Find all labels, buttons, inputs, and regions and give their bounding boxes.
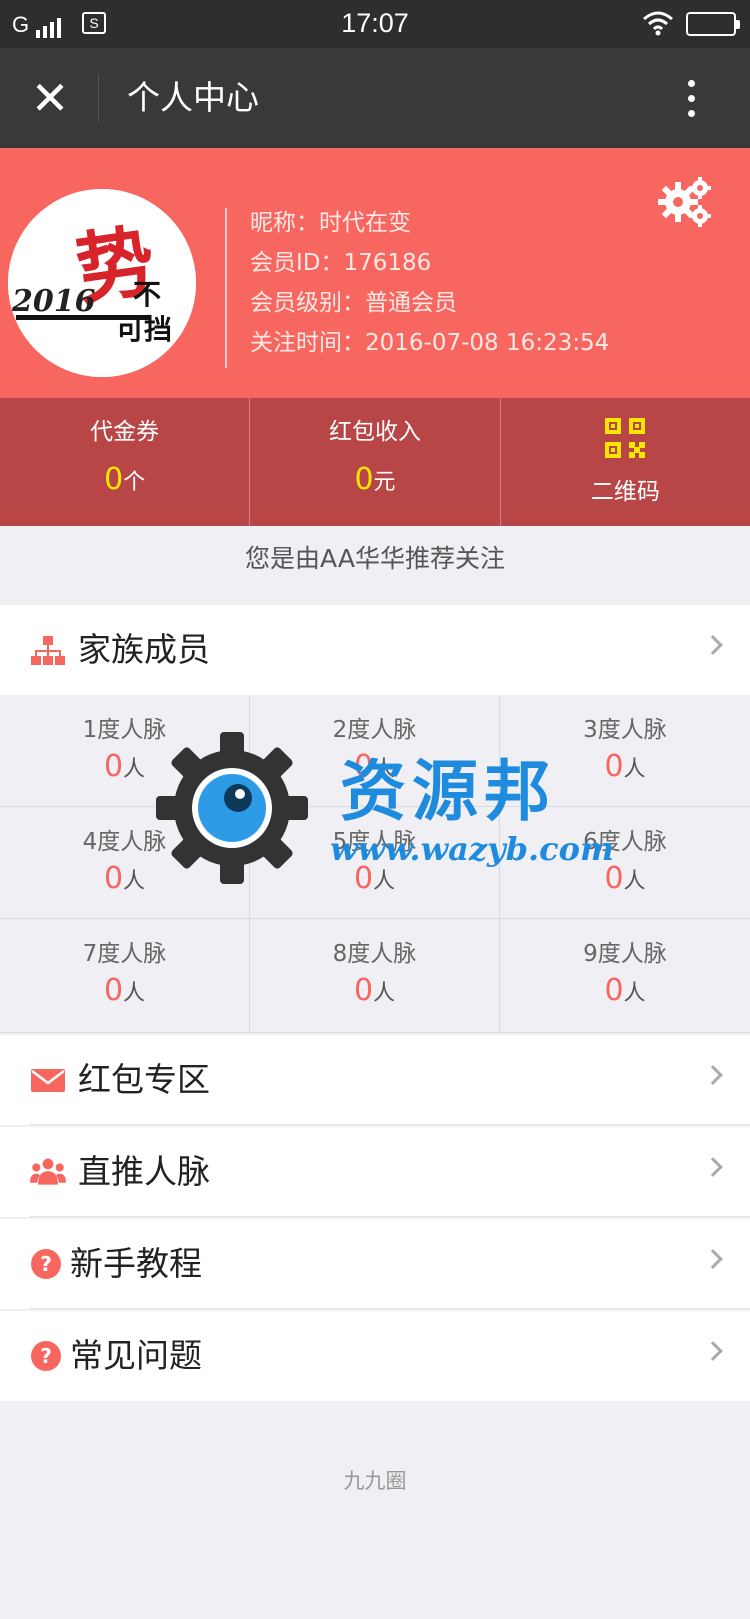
family-members-label: 家族成员 — [78, 630, 210, 669]
network-label: 5度人脉 — [332, 829, 417, 855]
chevron-right-icon — [703, 1065, 723, 1085]
nav-divider — [98, 74, 99, 122]
network-count: 0 — [103, 861, 124, 896]
qr-code-label: 二维码 — [590, 479, 660, 505]
org-chart-icon — [31, 636, 65, 665]
profile-info: 昵称：时代在变 会员ID：176186 会员级别：普通会员 关注时间：2016-… — [250, 203, 609, 363]
network-cell[interactable]: 5度人脉 0人 — [250, 807, 500, 919]
envelope-icon — [31, 1069, 65, 1092]
network-cell[interactable]: 3度人脉 0人 — [500, 695, 750, 807]
menu-item-direct-referrals[interactable]: 直推人脉 — [0, 1127, 750, 1217]
chevron-right-icon — [703, 1157, 723, 1177]
chevron-right-icon — [703, 635, 723, 655]
network-count: 0 — [103, 749, 124, 784]
svg-text:可挡: 可挡 — [116, 313, 172, 346]
network-unit: 人 — [623, 757, 646, 782]
network-cell[interactable]: 7度人脉 0人 — [0, 919, 250, 1033]
voucher-unit: 个 — [123, 470, 146, 495]
network-cell[interactable]: 8度人脉 0人 — [250, 919, 500, 1033]
qr-code-icon — [605, 418, 646, 458]
network-unit: 人 — [123, 869, 146, 894]
network-unit: 人 — [123, 757, 146, 782]
redpacket-income-unit: 元 — [373, 470, 396, 495]
network-unit: 人 — [123, 981, 146, 1006]
follow-time: 关注时间：2016-07-08 16:23:54 — [250, 330, 610, 356]
network-unit: 人 — [623, 869, 646, 894]
network-unit: 人 — [373, 981, 396, 1006]
voucher-stat[interactable]: 代金券 0个 — [0, 398, 251, 526]
chevron-right-icon — [703, 1341, 723, 1361]
network-count: 0 — [604, 861, 624, 896]
svg-text:?: ? — [40, 1344, 52, 1368]
profile-header: 势 2016 不 可挡 昵称：时代在变 会员ID：176186 会员级别：普通会… — [0, 148, 750, 398]
network-label: 4度人脉 — [82, 829, 167, 855]
question-icon: ? — [31, 1341, 61, 1371]
page-title: 个人中心 — [127, 78, 259, 117]
network-cell[interactable]: 9度人脉 0人 — [500, 919, 750, 1033]
question-icon: ? — [31, 1249, 61, 1279]
network-unit: 人 — [373, 757, 396, 782]
clock: 17:07 — [341, 8, 409, 38]
users-icon — [30, 1158, 66, 1185]
avatar[interactable]: 势 2016 不 可挡 — [8, 189, 196, 377]
family-members-row[interactable]: 家族成员 — [0, 605, 750, 695]
stats-row: 代金券 0个 红包收入 0元 二维码 — [0, 398, 750, 526]
network-label: 1度人脉 — [82, 717, 167, 743]
member-level: 会员级别：普通会员 — [250, 290, 457, 316]
network-count: 0 — [604, 973, 624, 1008]
network-count: 0 — [353, 749, 374, 784]
voucher-label: 代金券 — [90, 419, 160, 445]
redpacket-income-label: 红包收入 — [328, 419, 421, 445]
wifi-icon — [643, 11, 673, 36]
network-label: 7度人脉 — [82, 941, 167, 967]
redpacket-income-value: 0 — [354, 462, 374, 497]
network-label: 8度人脉 — [332, 941, 417, 967]
svg-text:?: ? — [40, 1252, 52, 1276]
menu-item-redpacket[interactable]: 红包专区 — [0, 1035, 750, 1125]
nickname: 昵称：时代在变 — [250, 210, 411, 236]
profile-divider — [225, 208, 227, 368]
svg-text:不: 不 — [133, 278, 161, 311]
avatar-image: 势 2016 不 可挡 — [8, 189, 196, 377]
battery-icon — [686, 12, 740, 36]
qr-code-button[interactable]: 二维码 — [501, 398, 750, 526]
status-bar: G S 17:07 — [0, 0, 750, 48]
footer-text: 九九圈 — [343, 1469, 407, 1493]
network-count: 0 — [353, 861, 374, 896]
network-label: 2度人脉 — [332, 717, 417, 743]
menu-item-faq[interactable]: ? 常见问题 — [0, 1311, 750, 1401]
network-count: 0 — [604, 749, 624, 784]
menu-item-label: 常见问题 — [70, 1336, 202, 1375]
network-label: 6度人脉 — [583, 829, 667, 855]
referral-text: 您是由AA华华推荐关注 — [0, 526, 750, 604]
network-unit: 人 — [623, 981, 646, 1006]
network-count: 0 — [103, 973, 124, 1008]
voucher-count: 0 — [104, 462, 124, 497]
network-grid: 1度人脉 0人 2度人脉 0人 3度人脉 0人 4度人脉 0人 5度人脉 0人 6度人脉 0… — [0, 695, 750, 1033]
settings-gear-icon[interactable] — [658, 176, 714, 228]
network-label: 3度人脉 — [583, 717, 667, 743]
nav-bar: ✕ 个人中心 — [0, 48, 750, 148]
menu-item-label: 新手教程 — [70, 1244, 202, 1283]
network-unit: 人 — [373, 869, 396, 894]
chevron-right-icon — [703, 1249, 723, 1269]
network-count: 0 — [353, 973, 374, 1008]
menu-item-tutorial[interactable]: ? 新手教程 — [0, 1219, 750, 1309]
network-cell[interactable]: 1度人脉 0人 — [0, 695, 250, 807]
network-cell[interactable]: 2度人脉 0人 — [250, 695, 500, 807]
svg-text:2016: 2016 — [11, 284, 96, 319]
network-cell[interactable]: 6度人脉 0人 — [500, 807, 750, 919]
member-id: 会员ID：176186 — [250, 250, 432, 276]
network-cell[interactable]: 4度人脉 0人 — [0, 807, 250, 919]
more-vertical-icon[interactable] — [676, 70, 706, 126]
menu-item-label: 红包专区 — [78, 1060, 210, 1099]
redpacket-income-stat[interactable]: 红包收入 0元 — [250, 398, 501, 526]
close-icon[interactable]: ✕ — [22, 72, 78, 124]
network-label: 9度人脉 — [583, 941, 667, 967]
menu-item-label: 直推人脉 — [78, 1152, 210, 1191]
